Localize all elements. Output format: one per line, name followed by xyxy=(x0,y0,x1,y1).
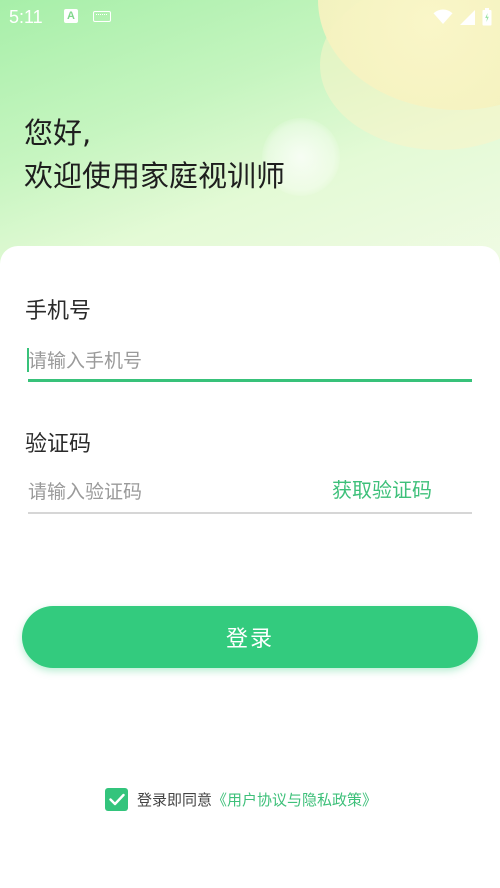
status-time: 5:11 xyxy=(9,7,43,27)
phone-input[interactable] xyxy=(28,343,318,379)
agreement-checkbox[interactable] xyxy=(105,787,128,811)
login-button[interactable]: 登录 xyxy=(22,606,478,668)
wifi-icon xyxy=(433,9,453,24)
code-underline xyxy=(28,512,472,514)
status-bar: 5:11 A xyxy=(0,0,500,34)
greeting-title: 您好, 欢迎使用家庭视训师 xyxy=(24,112,285,198)
greeting-line-2: 欢迎使用家庭视训师 xyxy=(24,159,286,193)
battery-icon xyxy=(482,8,492,26)
get-code-button[interactable]: 获取验证码 xyxy=(332,474,432,503)
greeting-line-1: 您好, xyxy=(24,116,92,150)
status-icons xyxy=(433,8,492,26)
phone-underline xyxy=(28,379,472,382)
check-icon xyxy=(108,793,125,805)
agreement-row: 登录即同意 《用户协议与隐私政策》 xyxy=(105,787,377,811)
agreement-text: 登录即同意 xyxy=(137,790,213,809)
keyboard-icon xyxy=(93,11,111,22)
code-input[interactable] xyxy=(28,474,318,510)
code-field: 获取验证码 xyxy=(28,474,472,514)
login-card: 手机号 验证码 获取验证码 登录 登录即同意 《用户协议与隐私政策》 xyxy=(0,246,500,888)
login-screen: 5:11 A 您好, 欢迎使用家庭视训师 手机号 验证码 xyxy=(0,0,500,888)
signal-icon xyxy=(460,9,475,25)
phone-label: 手机号 xyxy=(25,299,92,324)
code-label: 验证码 xyxy=(25,432,92,457)
policy-link[interactable]: 《用户协议与隐私政策》 xyxy=(212,789,377,810)
app-a-icon: A xyxy=(64,9,78,23)
phone-field xyxy=(27,343,472,383)
